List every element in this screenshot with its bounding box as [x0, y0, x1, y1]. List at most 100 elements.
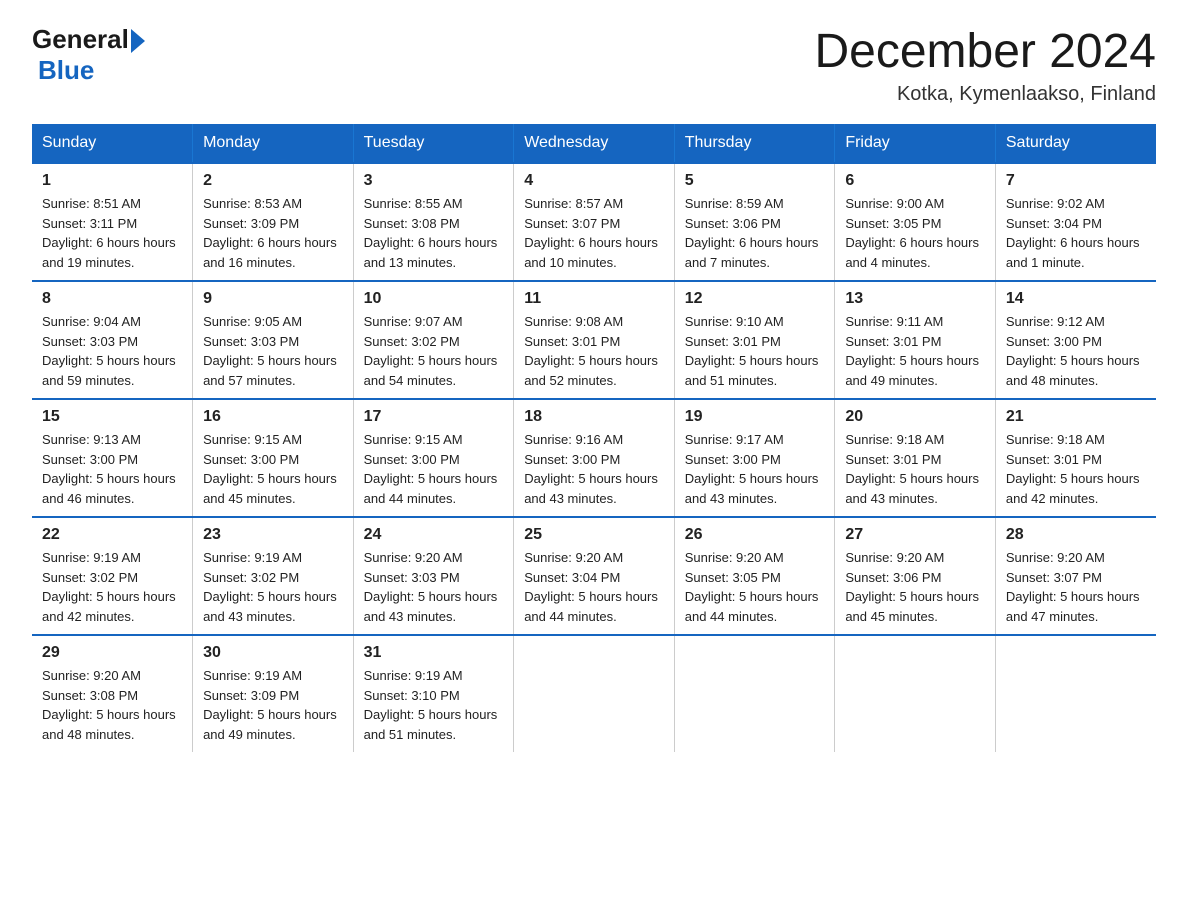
day-number: 17	[364, 408, 504, 426]
calendar-body: 1Sunrise: 8:51 AMSunset: 3:11 PMDaylight…	[32, 163, 1156, 752]
day-info: Sunrise: 9:19 AMSunset: 3:09 PMDaylight:…	[203, 666, 343, 744]
calendar-week-row: 29 Sunrise: 9:20 AMSunset: 3:08 PMDayligh…	[32, 635, 1156, 752]
logo-arrow-icon	[131, 29, 145, 53]
calendar-day-cell: 17 Sunrise: 9:15 AMSunset: 3:00 PMDayligh…	[353, 399, 514, 517]
day-of-week-header: Monday	[193, 124, 354, 163]
calendar-day-cell: 23Sunrise: 9:19 AMSunset: 3:02 PMDayligh…	[193, 517, 354, 635]
title-area: December 2024 Kotka, Kymenlaakso, Finlan…	[814, 24, 1156, 106]
day-number: 26	[685, 526, 825, 544]
location-title: Kotka, Kymenlaakso, Finland	[814, 83, 1156, 106]
day-number: 23	[203, 526, 343, 544]
day-number: 16	[203, 408, 343, 426]
calendar-day-cell	[835, 635, 996, 752]
day-number: 20	[845, 408, 985, 426]
calendar-day-cell: 13 Sunrise: 9:11 AMSunset: 3:01 PMDayligh…	[835, 281, 996, 399]
calendar-day-cell: 14Sunrise: 9:12 AMSunset: 3:00 PMDayligh…	[995, 281, 1156, 399]
calendar-day-cell: 11 Sunrise: 9:08 AMSunset: 3:01 PMDayligh…	[514, 281, 675, 399]
day-number: 27	[845, 526, 985, 544]
header-row: SundayMondayTuesdayWednesdayThursdayFrid…	[32, 124, 1156, 163]
calendar-day-cell: 9 Sunrise: 9:05 AMSunset: 3:03 PMDaylight…	[193, 281, 354, 399]
day-of-week-header: Wednesday	[514, 124, 675, 163]
day-number: 5	[685, 172, 825, 190]
day-info: Sunrise: 9:19 AMSunset: 3:02 PMDaylight:…	[42, 548, 182, 626]
day-number: 22	[42, 526, 182, 544]
day-info: Sunrise: 9:20 AMSunset: 3:03 PMDaylight:…	[364, 548, 504, 626]
calendar-day-cell	[514, 635, 675, 752]
day-info: Sunrise: 9:15 AMSunset: 3:00 PMDaylight:…	[203, 430, 343, 508]
calendar-day-cell: 24 Sunrise: 9:20 AMSunset: 3:03 PMDayligh…	[353, 517, 514, 635]
day-number: 9	[203, 290, 343, 308]
day-number: 2	[203, 172, 343, 190]
day-info: Sunrise: 9:20 AMSunset: 3:07 PMDaylight:…	[1006, 548, 1146, 626]
day-of-week-header: Friday	[835, 124, 996, 163]
day-info: Sunrise: 9:13 AMSunset: 3:00 PMDaylight:…	[42, 430, 182, 508]
day-info: Sunrise: 9:02 AMSunset: 3:04 PMDaylight:…	[1006, 194, 1146, 272]
day-number: 13	[845, 290, 985, 308]
day-info: Sunrise: 8:51 AMSunset: 3:11 PMDaylight:…	[42, 194, 182, 272]
calendar-day-cell: 27Sunrise: 9:20 AMSunset: 3:06 PMDayligh…	[835, 517, 996, 635]
day-info: Sunrise: 9:20 AMSunset: 3:08 PMDaylight:…	[42, 666, 182, 744]
day-number: 6	[845, 172, 985, 190]
day-info: Sunrise: 9:04 AMSunset: 3:03 PMDaylight:…	[42, 312, 182, 390]
day-info: Sunrise: 9:00 AMSunset: 3:05 PMDaylight:…	[845, 194, 985, 272]
day-number: 18	[524, 408, 664, 426]
calendar-day-cell	[674, 635, 835, 752]
day-number: 10	[364, 290, 504, 308]
day-info: Sunrise: 9:20 AMSunset: 3:04 PMDaylight:…	[524, 548, 664, 626]
day-number: 28	[1006, 526, 1146, 544]
calendar-day-cell	[995, 635, 1156, 752]
day-info: Sunrise: 9:08 AMSunset: 3:01 PMDaylight:…	[524, 312, 664, 390]
day-info: Sunrise: 8:57 AMSunset: 3:07 PMDaylight:…	[524, 194, 664, 272]
day-info: Sunrise: 9:05 AMSunset: 3:03 PMDaylight:…	[203, 312, 343, 390]
day-number: 25	[524, 526, 664, 544]
logo-blue-text: Blue	[38, 55, 94, 85]
day-info: Sunrise: 9:20 AMSunset: 3:05 PMDaylight:…	[685, 548, 825, 626]
day-info: Sunrise: 9:18 AMSunset: 3:01 PMDaylight:…	[845, 430, 985, 508]
day-number: 12	[685, 290, 825, 308]
day-of-week-header: Tuesday	[353, 124, 514, 163]
calendar-table: SundayMondayTuesdayWednesdayThursdayFrid…	[32, 124, 1156, 752]
calendar-day-cell: 15 Sunrise: 9:13 AMSunset: 3:00 PMDayligh…	[32, 399, 193, 517]
calendar-day-cell: 20 Sunrise: 9:18 AMSunset: 3:01 PMDayligh…	[835, 399, 996, 517]
calendar-day-cell: 19Sunrise: 9:17 AMSunset: 3:00 PMDayligh…	[674, 399, 835, 517]
calendar-week-row: 22 Sunrise: 9:19 AMSunset: 3:02 PMDayligh…	[32, 517, 1156, 635]
calendar-day-cell: 10 Sunrise: 9:07 AMSunset: 3:02 PMDayligh…	[353, 281, 514, 399]
day-info: Sunrise: 9:07 AMSunset: 3:02 PMDaylight:…	[364, 312, 504, 390]
calendar-day-cell: 4 Sunrise: 8:57 AMSunset: 3:07 PMDaylight…	[514, 163, 675, 281]
day-number: 24	[364, 526, 504, 544]
calendar-day-cell: 16 Sunrise: 9:15 AMSunset: 3:00 PMDayligh…	[193, 399, 354, 517]
calendar-day-cell: 12 Sunrise: 9:10 AMSunset: 3:01 PMDayligh…	[674, 281, 835, 399]
day-info: Sunrise: 9:12 AMSunset: 3:00 PMDaylight:…	[1006, 312, 1146, 390]
day-info: Sunrise: 9:15 AMSunset: 3:00 PMDaylight:…	[364, 430, 504, 508]
calendar-day-cell: 29 Sunrise: 9:20 AMSunset: 3:08 PMDayligh…	[32, 635, 193, 752]
day-of-week-header: Thursday	[674, 124, 835, 163]
calendar-day-cell: 3Sunrise: 8:55 AMSunset: 3:08 PMDaylight…	[353, 163, 514, 281]
calendar-header: SundayMondayTuesdayWednesdayThursdayFrid…	[32, 124, 1156, 163]
day-number: 4	[524, 172, 664, 190]
day-number: 8	[42, 290, 182, 308]
day-number: 11	[524, 290, 664, 308]
calendar-day-cell: 7 Sunrise: 9:02 AMSunset: 3:04 PMDaylight…	[995, 163, 1156, 281]
calendar-day-cell: 1Sunrise: 8:51 AMSunset: 3:11 PMDaylight…	[32, 163, 193, 281]
day-info: Sunrise: 8:55 AMSunset: 3:08 PMDaylight:…	[364, 194, 504, 272]
day-number: 31	[364, 644, 504, 662]
day-number: 19	[685, 408, 825, 426]
calendar-day-cell: 28 Sunrise: 9:20 AMSunset: 3:07 PMDayligh…	[995, 517, 1156, 635]
day-number: 7	[1006, 172, 1146, 190]
day-number: 29	[42, 644, 182, 662]
calendar-week-row: 15 Sunrise: 9:13 AMSunset: 3:00 PMDayligh…	[32, 399, 1156, 517]
day-info: Sunrise: 9:18 AMSunset: 3:01 PMDaylight:…	[1006, 430, 1146, 508]
calendar-week-row: 8 Sunrise: 9:04 AMSunset: 3:03 PMDaylight…	[32, 281, 1156, 399]
header: General Blue December 2024 Kotka, Kymenl…	[32, 24, 1156, 106]
day-info: Sunrise: 9:11 AMSunset: 3:01 PMDaylight:…	[845, 312, 985, 390]
day-number: 30	[203, 644, 343, 662]
day-number: 15	[42, 408, 182, 426]
calendar-day-cell: 22 Sunrise: 9:19 AMSunset: 3:02 PMDayligh…	[32, 517, 193, 635]
calendar-day-cell: 2Sunrise: 8:53 AMSunset: 3:09 PMDaylight…	[193, 163, 354, 281]
day-info: Sunrise: 9:16 AMSunset: 3:00 PMDaylight:…	[524, 430, 664, 508]
month-title: December 2024	[814, 24, 1156, 79]
calendar-day-cell: 26 Sunrise: 9:20 AMSunset: 3:05 PMDayligh…	[674, 517, 835, 635]
day-info: Sunrise: 9:10 AMSunset: 3:01 PMDaylight:…	[685, 312, 825, 390]
day-of-week-header: Sunday	[32, 124, 193, 163]
calendar-day-cell: 31Sunrise: 9:19 AMSunset: 3:10 PMDayligh…	[353, 635, 514, 752]
